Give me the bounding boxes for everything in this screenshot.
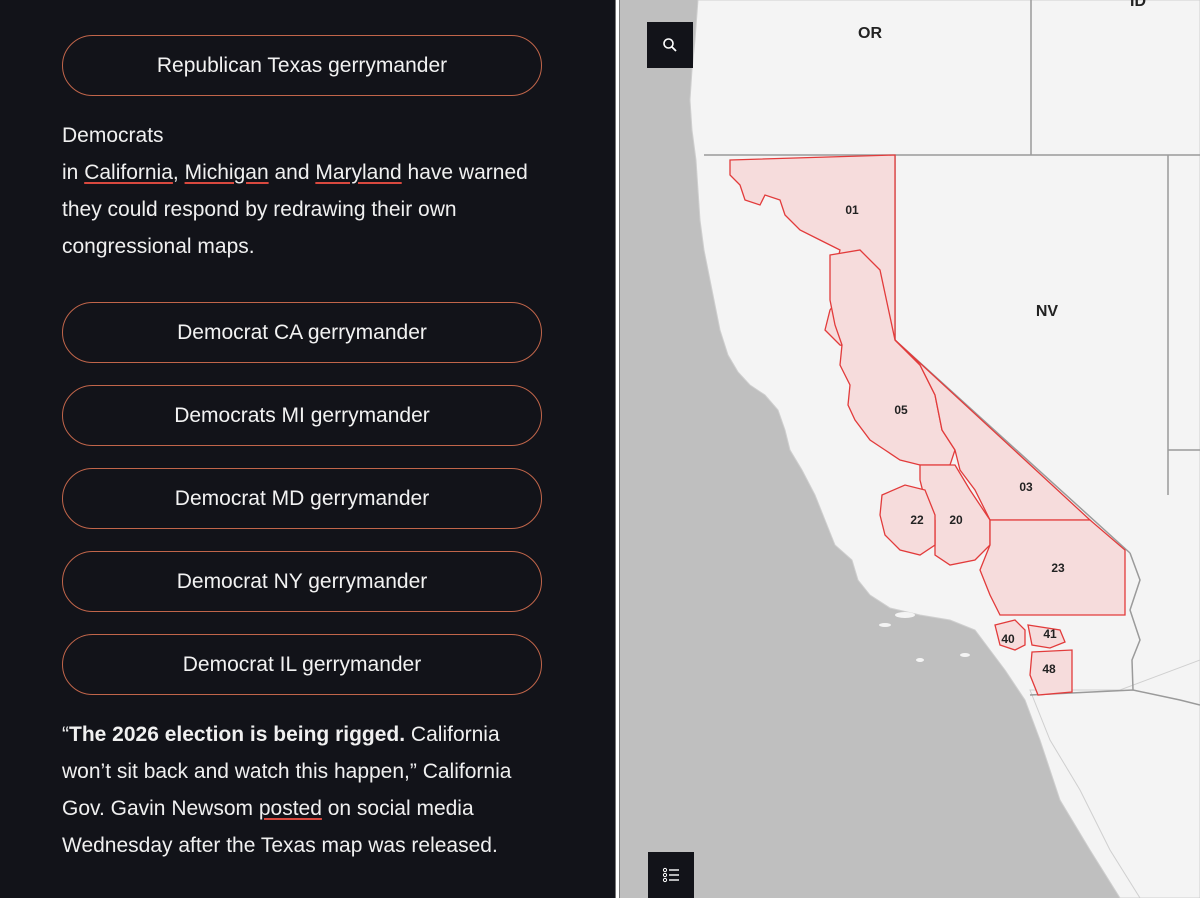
district-label-01: 01 bbox=[845, 203, 859, 217]
paragraph-democrats-respond: Democrats in California, Michigan and Ma… bbox=[62, 117, 562, 265]
quote-mark: “ bbox=[62, 723, 69, 746]
island bbox=[879, 623, 891, 627]
democrat-il-gerrymander-button[interactable]: Democrat IL gerrymander bbox=[62, 634, 542, 695]
posted-link[interactable]: posted bbox=[259, 797, 322, 820]
paragraph-text: and bbox=[268, 161, 316, 184]
paragraph-text: Democrats bbox=[62, 124, 164, 147]
map-legend-button[interactable] bbox=[648, 852, 694, 898]
state-label-or: OR bbox=[858, 25, 882, 42]
district-label-05: 05 bbox=[894, 403, 908, 417]
maryland-link[interactable]: Maryland bbox=[315, 161, 401, 184]
quote-bold-text: The 2026 election is being rigged. bbox=[69, 723, 406, 746]
democrat-ca-gerrymander-button[interactable]: Democrat CA gerrymander bbox=[62, 302, 542, 363]
democrat-md-gerrymander-button[interactable]: Democrat MD gerrymander bbox=[62, 468, 542, 529]
california-link[interactable]: California bbox=[84, 161, 173, 184]
michigan-link[interactable]: Michigan bbox=[185, 161, 269, 184]
democrats-mi-gerrymander-button[interactable]: Democrats MI gerrymander bbox=[62, 385, 542, 446]
state-label-nv: NV bbox=[1036, 303, 1059, 320]
article-panel: Republican Texas gerrymander Democrats i… bbox=[0, 0, 615, 898]
paragraph-text: in bbox=[62, 161, 85, 184]
democrat-ny-gerrymander-button[interactable]: Democrat NY gerrymander bbox=[62, 551, 542, 612]
republican-texas-gerrymander-button[interactable]: Republican Texas gerrymander bbox=[62, 35, 542, 96]
paragraph-newsom-quote: “The 2026 election is being rigged. Cali… bbox=[62, 716, 552, 864]
district-label-40: 40 bbox=[1001, 632, 1015, 646]
district-label-20: 20 bbox=[949, 513, 963, 527]
island bbox=[916, 658, 924, 662]
district-label-23: 23 bbox=[1051, 561, 1065, 575]
search-icon bbox=[663, 38, 677, 52]
list-icon bbox=[662, 867, 679, 883]
island bbox=[895, 612, 915, 618]
california-district-map[interactable]: OR ID NV 01 05 03 22 20 23 40 41 48 bbox=[620, 0, 1200, 898]
district-label-03: 03 bbox=[1019, 480, 1033, 494]
map-search-button[interactable] bbox=[647, 22, 693, 68]
district-label-41: 41 bbox=[1043, 627, 1057, 641]
district-label-48: 48 bbox=[1042, 662, 1056, 676]
island bbox=[960, 653, 970, 657]
paragraph-text: , bbox=[172, 161, 185, 184]
state-label-id: ID bbox=[1130, 0, 1146, 10]
district-label-22: 22 bbox=[910, 513, 924, 527]
map-panel[interactable]: OR ID NV 01 05 03 22 20 23 40 41 48 bbox=[620, 0, 1200, 898]
